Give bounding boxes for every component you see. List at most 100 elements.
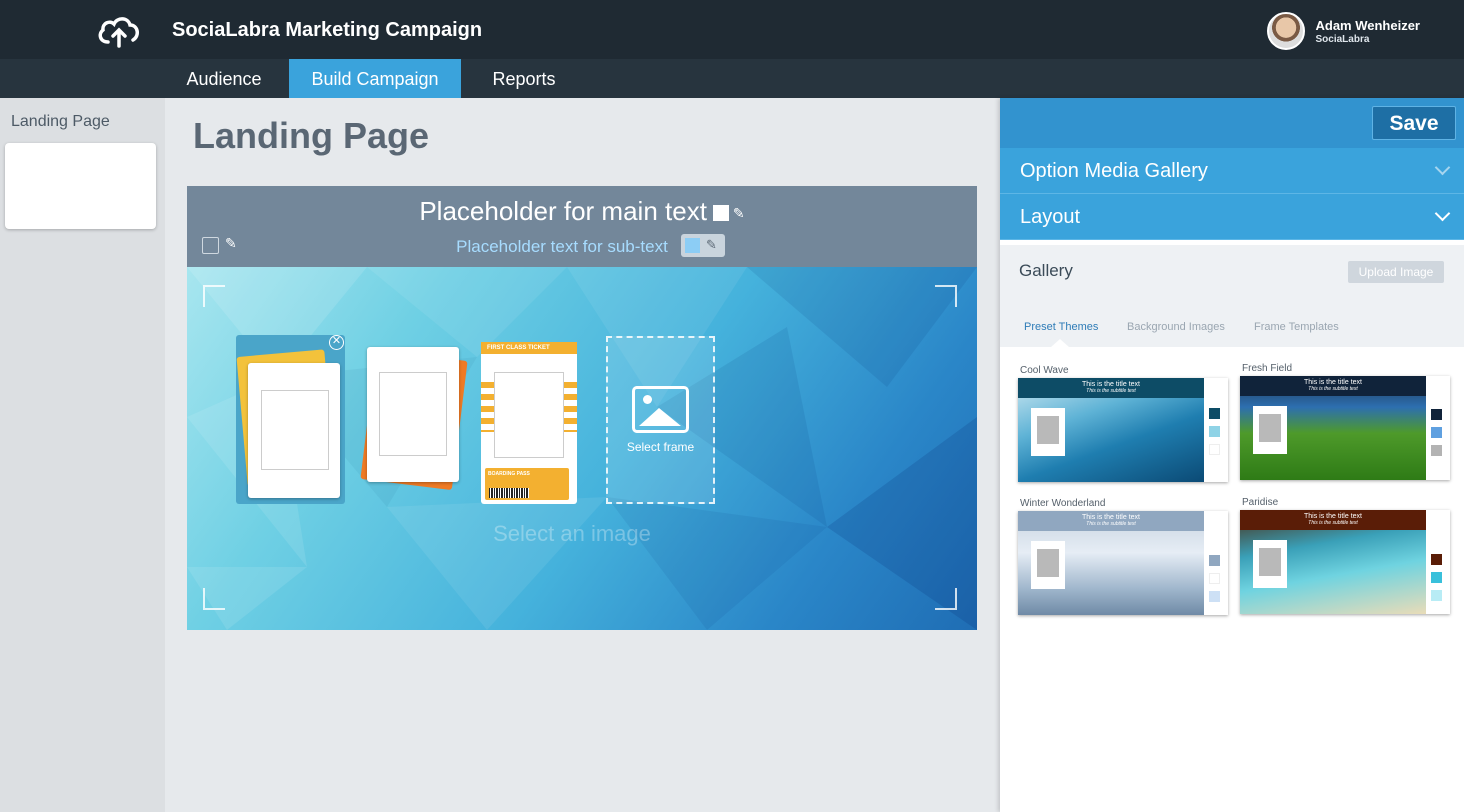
theme-preview-image: This is the title text This is the subti…	[1018, 511, 1204, 615]
sidebar-label: Landing Page	[11, 113, 110, 130]
theme-name: Paridise	[1242, 497, 1279, 508]
select-frame-label: Select frame	[626, 440, 695, 454]
theme-name: Fresh Field	[1242, 363, 1293, 374]
theme-name: Cool Wave	[1020, 365, 1069, 376]
sub-text-color-picker[interactable]: ✎	[681, 234, 725, 257]
editor-header: Placeholder for main text ✎ ✎ Placeholder…	[187, 186, 977, 267]
theme-swatch	[1431, 409, 1442, 420]
image-icon	[632, 386, 689, 433]
chevron-down-icon	[1434, 159, 1451, 176]
panel-toolbar: Save	[1000, 98, 1464, 148]
eyedropper-icon[interactable]: ✎	[733, 205, 745, 222]
select-frame-button[interactable]: Select frame	[606, 336, 715, 504]
theme-card: This is the title text This is the subti…	[1240, 510, 1450, 614]
sub-text-placeholder[interactable]: Placeholder text for sub-text	[187, 237, 977, 257]
frame-front	[248, 363, 340, 498]
app-title: SociaLabra Marketing Campaign	[172, 19, 483, 41]
theme-preview-image: This is the title text This is the subti…	[1240, 510, 1426, 614]
frame-front	[367, 347, 459, 482]
frame-photo-slot	[494, 372, 564, 458]
page-title: Landing Page	[193, 115, 430, 156]
avatar[interactable]	[1267, 12, 1306, 50]
main-text-color-swatch[interactable]	[712, 205, 729, 222]
theme-swatch	[1209, 444, 1220, 455]
sidebar: Landing Page	[0, 98, 165, 812]
ticket-header: FIRST CLASS TICKET	[481, 342, 577, 354]
tab-build-campaign[interactable]: Build Campaign	[289, 59, 461, 98]
theme-cool-wave[interactable]: Cool Wave This is the title text This is…	[1018, 365, 1230, 485]
tab-frame-templates[interactable]: Frame Templates	[1254, 321, 1339, 333]
close-icon[interactable]: ✕	[329, 335, 344, 350]
theme-subtitle-text: This is the subtitle text	[1086, 388, 1136, 394]
crop-corner	[935, 588, 957, 610]
upload-image-button[interactable]: Upload Image	[1348, 261, 1444, 283]
landing-page-editor: Placeholder for main text ✎ ✎ Placeholder…	[187, 186, 977, 630]
theme-frame	[1031, 408, 1065, 456]
theme-subtitle-text: This is the subtitle text	[1308, 386, 1358, 392]
eyedropper-icon: ✎	[706, 237, 717, 252]
crop-corner	[935, 285, 957, 307]
cloud-logo-icon[interactable]	[96, 14, 142, 48]
user-org: SociaLabra	[1315, 33, 1370, 45]
theme-winter-wonderland[interactable]: Winter Wonderland This is the title text…	[1018, 498, 1230, 618]
theme-swatch	[1431, 427, 1442, 438]
frame-option-orange-polaroid[interactable]	[360, 335, 469, 495]
theme-subtitle-text: This is the subtitle text	[1086, 521, 1136, 527]
theme-preview-image: This is the title text This is the subti…	[1240, 376, 1426, 480]
theme-title-text: This is the title text	[1082, 381, 1140, 388]
theme-swatch	[1209, 408, 1220, 419]
theme-subtitle-text: This is the subtitle text	[1308, 520, 1358, 526]
top-header: SociaLabra Marketing Campaign Adam Wenhe…	[0, 0, 1464, 59]
user-name: Adam Wenheizer	[1315, 17, 1420, 33]
theme-title-bar: This is the title text This is the subti…	[1018, 511, 1204, 531]
theme-fresh-field[interactable]: Fresh Field This is the title text This …	[1240, 363, 1452, 483]
accordion-option-media-gallery[interactable]: Option Media Gallery	[1000, 148, 1464, 194]
accordion-label: Option Media Gallery	[1020, 160, 1208, 182]
accordion-layout[interactable]: Layout	[1000, 194, 1464, 240]
theme-swatch	[1431, 445, 1442, 456]
frame-option-ticket[interactable]: FIRST CLASS TICKET BOARDING PASS	[481, 342, 577, 504]
frame-option-polaroid-stack[interactable]: ✕	[236, 335, 345, 504]
theme-card: This is the title text This is the subti…	[1240, 376, 1450, 480]
user-menu[interactable]: Adam Wenheizer SociaLabra	[1267, 12, 1420, 50]
crop-corner	[203, 588, 225, 610]
tab-audience[interactable]: Audience	[170, 59, 278, 98]
save-button[interactable]: Save	[1372, 106, 1456, 140]
background-canvas[interactable]: ✕ FIRST CLASS TICKET BOARDING PASS Selec…	[187, 267, 977, 630]
barcode-icon	[489, 488, 529, 498]
tab-reports[interactable]: Reports	[478, 59, 570, 98]
theme-preview-image: This is the title text This is the subti…	[1018, 378, 1204, 482]
theme-swatch	[1209, 426, 1220, 437]
theme-frame	[1253, 540, 1287, 588]
landing-page-thumbnail[interactable]	[5, 143, 156, 229]
boarding-pass: BOARDING PASS	[485, 468, 569, 500]
frame-photo-slot	[261, 390, 329, 470]
active-tab-pointer	[1051, 339, 1069, 347]
theme-frame	[1031, 541, 1065, 589]
select-image-hint[interactable]: Select an image	[187, 521, 957, 547]
theme-title-text: This is the title text	[1082, 514, 1140, 521]
tab-background-images[interactable]: Background Images	[1127, 321, 1225, 333]
sub-text-row: ✎ Placeholder text for sub-text ✎	[187, 234, 977, 258]
accordion-label: Layout	[1020, 206, 1081, 228]
tab-preset-themes[interactable]: Preset Themes	[1024, 321, 1098, 333]
theme-swatch	[1209, 573, 1220, 584]
theme-paridise[interactable]: Paridise This is the title text This is …	[1240, 497, 1452, 617]
main-text-row: Placeholder for main text ✎	[187, 196, 977, 227]
theme-title-bar: This is the title text This is the subti…	[1240, 510, 1426, 530]
theme-swatch	[1431, 572, 1442, 583]
theme-title-bar: This is the title text This is the subti…	[1018, 378, 1204, 398]
theme-name: Winter Wonderland	[1020, 498, 1106, 509]
frame-photo-slot	[379, 372, 447, 456]
main-text-placeholder[interactable]: Placeholder for main text	[419, 196, 707, 226]
options-panel: Save Option Media Gallery Layout Gallery…	[1000, 98, 1464, 812]
theme-title-text: This is the title text	[1304, 513, 1362, 520]
theme-frame	[1253, 406, 1287, 454]
theme-card: This is the title text This is the subti…	[1018, 378, 1228, 482]
boarding-pass-label: BOARDING PASS	[488, 471, 530, 477]
theme-title-bar: This is the title text This is the subti…	[1240, 376, 1426, 396]
gallery-header: Gallery Upload Image Preset Themes Backg…	[1000, 245, 1464, 347]
theme-swatch	[1209, 591, 1220, 602]
theme-card: This is the title text This is the subti…	[1018, 511, 1228, 615]
main-nav: Audience Build Campaign Reports	[0, 59, 1464, 98]
